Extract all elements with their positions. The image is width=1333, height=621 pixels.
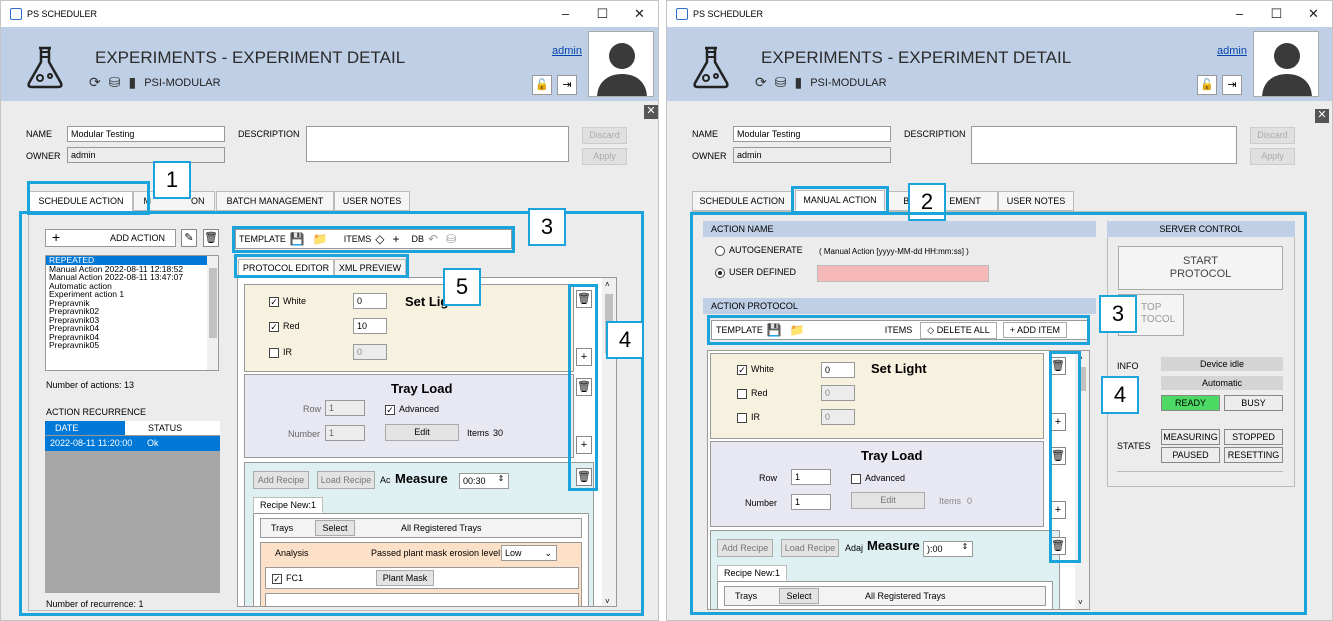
minimize-button[interactable]: –	[547, 1, 584, 27]
highlight-schedule-tab	[27, 181, 150, 215]
highlight-subtabs	[234, 254, 409, 278]
database-icon[interactable]: ⛁	[109, 74, 121, 91]
title-bar: PS SCHEDULER – ☐ ✕	[667, 1, 1332, 27]
app-icon	[10, 8, 22, 20]
tab-user-notes[interactable]: USER NOTES	[998, 191, 1074, 211]
refresh-icon[interactable]: ⟳	[755, 74, 767, 91]
avatar	[588, 31, 654, 97]
close-panel-icon[interactable]: ✕	[644, 105, 658, 119]
tab-batch-label-right: EMENT	[949, 196, 981, 206]
callout-4: 4	[606, 321, 644, 359]
page-title: EXPERIMENTS - EXPERIMENT DETAIL	[761, 48, 1072, 67]
callout-5: 5	[443, 268, 481, 306]
device-icon: ▮	[794, 74, 803, 90]
left-window: PS SCHEDULER – ☐ ✕ EXPERIMENTS - EXPERIM…	[0, 0, 659, 621]
owner-label: OWNER	[26, 151, 61, 161]
owner-field: admin	[67, 147, 225, 163]
name-label: NAME	[692, 129, 719, 139]
highlight-toolbar	[707, 315, 1090, 345]
device-icon: ▮	[128, 74, 137, 90]
tab-user-notes[interactable]: USER NOTES	[334, 191, 410, 211]
name-label: NAME	[26, 129, 53, 139]
title-bar: PS SCHEDULER – ☐ ✕	[1, 1, 658, 27]
apply-button[interactable]: Apply	[582, 148, 627, 165]
device-name: PSI-MODULAR	[144, 76, 221, 89]
close-panel-icon[interactable]: ✕	[1315, 109, 1329, 123]
highlight-manual-tab	[791, 186, 889, 214]
tab-batch-management[interactable]: BATCH MANAGEMENT	[216, 191, 334, 211]
name-field[interactable]: Modular Testing	[733, 126, 891, 142]
discard-button[interactable]: Discard	[1250, 127, 1295, 144]
user-link[interactable]: admin	[552, 45, 582, 57]
description-label: DESCRIPTION	[238, 129, 300, 139]
header: EXPERIMENTS - EXPERIMENT DETAIL ⟳ ⛁ ▮ PS…	[1, 27, 658, 101]
maximize-button[interactable]: ☐	[584, 1, 621, 27]
tab-manual-label-right: ON	[191, 196, 205, 206]
callout-3: 3	[1099, 295, 1137, 333]
logout-icon[interactable]: ⇥	[1222, 75, 1242, 95]
app-icon	[676, 8, 688, 20]
flask-icon	[27, 46, 63, 89]
right-window: PS SCHEDULER – ☐ ✕ EXPERIMENTS - EXPERIM…	[666, 0, 1333, 621]
highlight-side-buttons	[568, 284, 598, 491]
callout-4: 4	[1101, 376, 1139, 414]
avatar	[1253, 31, 1319, 97]
highlight-toolbar	[232, 226, 515, 253]
apply-button[interactable]: Apply	[1250, 148, 1295, 165]
user-link[interactable]: admin	[1217, 45, 1247, 57]
database-icon[interactable]: ⛁	[775, 74, 787, 91]
callout-1: 1	[153, 161, 191, 199]
device-name: PSI-MODULAR	[810, 76, 887, 89]
owner-field: admin	[733, 147, 891, 163]
window-title: PS SCHEDULER	[27, 9, 98, 19]
lock-icon[interactable]: 🔓	[532, 75, 552, 95]
name-field[interactable]: Modular Testing	[67, 126, 225, 142]
discard-button[interactable]: Discard	[582, 127, 627, 144]
flask-icon	[693, 46, 729, 89]
close-button[interactable]: ✕	[621, 1, 658, 27]
close-button[interactable]: ✕	[1295, 1, 1332, 27]
tab-schedule-action[interactable]: SCHEDULE ACTION	[692, 191, 792, 211]
description-label: DESCRIPTION	[904, 129, 966, 139]
refresh-icon[interactable]: ⟳	[89, 74, 101, 91]
logout-icon[interactable]: ⇥	[557, 75, 577, 95]
lock-icon[interactable]: 🔓	[1197, 75, 1217, 95]
description-field[interactable]	[306, 126, 569, 162]
maximize-button[interactable]: ☐	[1258, 1, 1295, 27]
highlight-side-buttons	[1049, 351, 1081, 563]
description-field[interactable]	[971, 126, 1237, 164]
page-title: EXPERIMENTS - EXPERIMENT DETAIL	[95, 48, 406, 67]
highlight-manual-panel	[690, 212, 1307, 615]
window-title: PS SCHEDULER	[693, 9, 764, 19]
minimize-button[interactable]: –	[1221, 1, 1258, 27]
header: EXPERIMENTS - EXPERIMENT DETAIL ⟳ ⛁ ▮ PS…	[667, 27, 1332, 101]
owner-label: OWNER	[692, 151, 727, 161]
callout-3: 3	[528, 208, 566, 246]
